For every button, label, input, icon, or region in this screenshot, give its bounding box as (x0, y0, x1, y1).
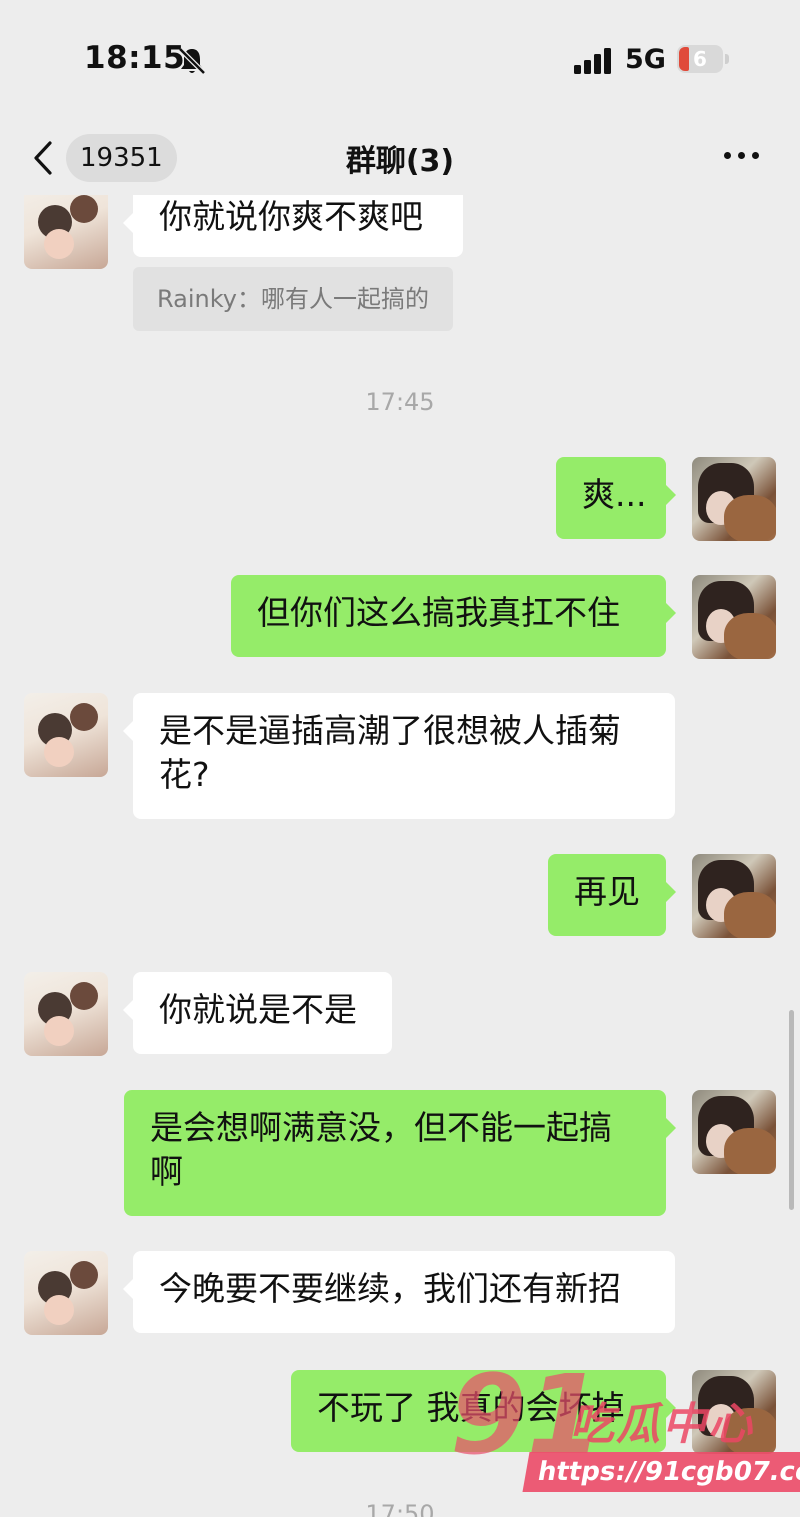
message-row: 爽... (0, 457, 800, 541)
message-row: 你就说你爽不爽吧 (0, 195, 800, 271)
avatar[interactable] (24, 1251, 108, 1335)
watermark-name: 吃瓜中心 (570, 1399, 754, 1450)
message-bubble[interactable]: 你就说是不是 (123, 972, 392, 1054)
message-row: 是不是逼插高潮了很想被人插菊花? (0, 693, 800, 819)
message-list[interactable]: 你就说你爽不爽吧 Rainky：哪有人一起搞的 17:45 爽... 但你们这么… (0, 195, 800, 1517)
avatar[interactable] (24, 195, 108, 269)
scrollbar[interactable] (789, 1010, 794, 1210)
cellular-signal-icon (574, 48, 611, 74)
message-row: 今晚要不要继续，我们还有新招 (0, 1251, 800, 1335)
watermark: 91 吃瓜中心 https://91cgb07.com (440, 1360, 800, 1517)
avatar[interactable] (24, 972, 108, 1056)
quoted-message[interactable]: Rainky：哪有人一起搞的 (133, 267, 453, 331)
status-bar: 18:15 5G 6 (0, 0, 800, 120)
message-bubble[interactable]: 今晚要不要继续，我们还有新招 (123, 1251, 675, 1333)
avatar[interactable] (692, 1090, 776, 1174)
message-bubble[interactable]: 再见 (548, 854, 676, 936)
avatar[interactable] (692, 457, 776, 541)
battery-icon: 6 (677, 45, 723, 73)
message-bubble[interactable]: 是不是逼插高潮了很想被人插菊花? (123, 693, 675, 819)
watermark-url: https://91cgb07.com (522, 1452, 800, 1492)
message-bubble[interactable]: 但你们这么搞我真扛不住 (231, 575, 676, 657)
message-bubble[interactable]: 是会想啊满意没，但不能一起搞啊 (124, 1090, 676, 1216)
nav-bar: 19351 群聊(3) (0, 120, 800, 195)
avatar[interactable] (692, 575, 776, 659)
message-row: 但你们这么搞我真扛不住 (0, 575, 800, 659)
status-time: 18:15 (84, 40, 186, 76)
battery-cap (725, 54, 729, 64)
battery-percent: 6 (693, 47, 707, 71)
timestamp: 17:45 (365, 388, 435, 416)
message-row: 是会想啊满意没，但不能一起搞啊 (0, 1090, 800, 1216)
message-bubble[interactable]: 你就说你爽不爽吧 (123, 195, 463, 257)
network-label: 5G (625, 44, 666, 75)
chat-title: 群聊(3) (345, 144, 455, 179)
avatar[interactable] (692, 854, 776, 938)
avatar[interactable] (24, 693, 108, 777)
bell-muted-icon (178, 47, 206, 75)
message-bubble[interactable]: 爽... (556, 457, 676, 539)
message-row: 再见 (0, 854, 800, 938)
more-icon[interactable] (716, 138, 768, 172)
message-row: 你就说是不是 (0, 972, 800, 1056)
